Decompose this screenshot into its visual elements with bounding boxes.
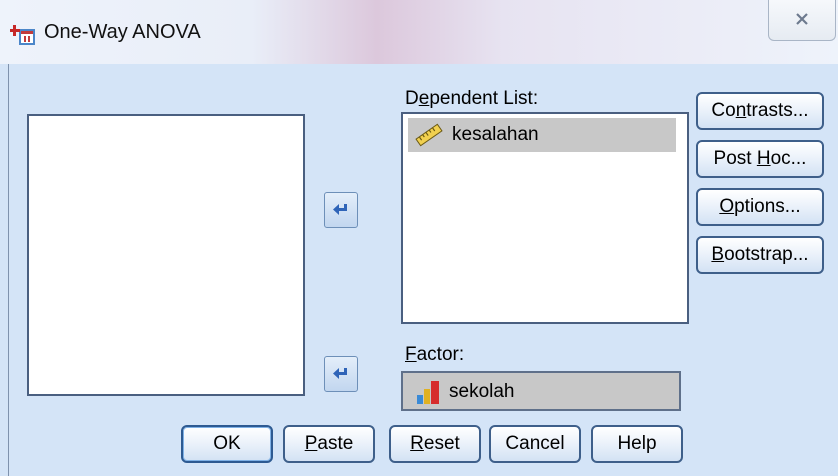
bar-chart-nominal-icon (417, 381, 439, 404)
arrow-left-icon (333, 204, 347, 215)
window-title: One-Way ANOVA (44, 21, 201, 43)
dependent-list-label: Dependent List: (405, 88, 539, 109)
move-to-dependent-button[interactable] (324, 192, 358, 228)
ok-button[interactable]: OK (181, 425, 273, 463)
post-hoc-button[interactable]: Post Hoc... (696, 140, 824, 178)
cancel-button[interactable]: Cancel (489, 425, 581, 463)
contrasts-button[interactable]: Co n trasts... (696, 92, 824, 130)
reset-button[interactable]: Reset (389, 425, 481, 463)
move-to-factor-button[interactable] (324, 356, 358, 392)
paste-button[interactable]: Paste (283, 425, 375, 463)
arrow-left-icon (333, 368, 347, 379)
title-bar: One-Way ANOVA (0, 0, 838, 64)
spss-app-icon (10, 25, 35, 45)
dependent-variable-name: kesalahan (452, 124, 539, 145)
close-button[interactable] (768, 0, 836, 41)
options-button[interactable]: Options... (696, 188, 824, 226)
ruler-scale-icon (415, 123, 443, 147)
factor-label: Factor: (405, 344, 465, 365)
factor-box[interactable]: sekolah (401, 371, 681, 411)
bootstrap-button[interactable]: Bootstrap... (696, 236, 824, 274)
help-button[interactable]: Help (591, 425, 683, 463)
factor-variable-name: sekolah (449, 381, 515, 402)
close-icon (796, 13, 808, 25)
dependent-list-box[interactable]: kesalahan (401, 112, 689, 324)
dialog-body: Dependent List: kesalahan Factor: sekola… (8, 64, 838, 476)
list-item[interactable]: kesalahan (408, 118, 676, 152)
source-variable-list[interactable] (27, 114, 305, 396)
